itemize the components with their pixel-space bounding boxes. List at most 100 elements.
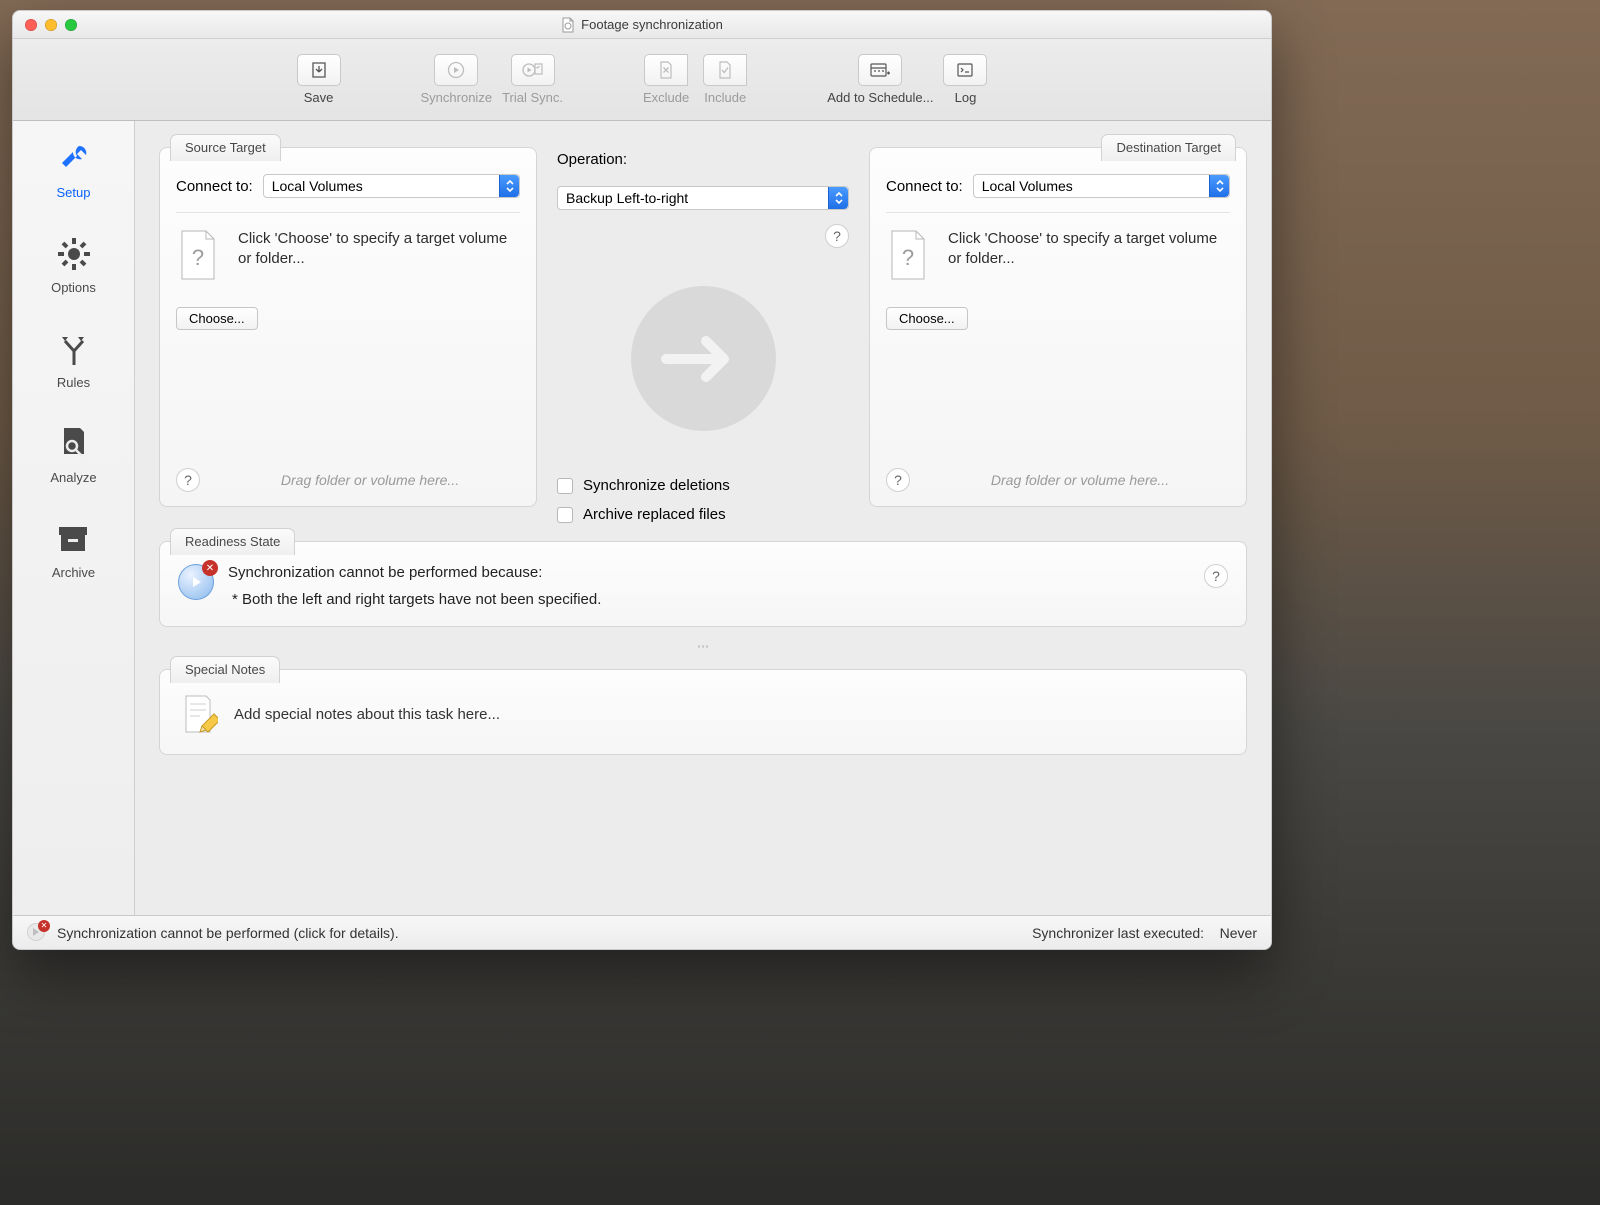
splitter-handle[interactable] bbox=[698, 645, 708, 651]
operation-column: Operation: Backup Left-to-right ? bbox=[557, 147, 849, 523]
special-notes-panel: Special Notes Add special notes about th… bbox=[159, 669, 1247, 755]
log-icon bbox=[943, 54, 987, 86]
chevron-updown-icon bbox=[1209, 175, 1229, 197]
sidebar-archive-label: Archive bbox=[52, 565, 95, 580]
operation-help-button[interactable]: ? bbox=[825, 224, 849, 248]
toolbar-exclude-include-group: Exclude Include bbox=[643, 54, 747, 105]
sidebar-setup-label: Setup bbox=[57, 185, 91, 200]
sidebar-item-options[interactable]: Options bbox=[51, 234, 96, 295]
toolbar-save-label: Save bbox=[304, 90, 334, 105]
statusbar: ✕ Synchronization cannot be performed (c… bbox=[13, 915, 1271, 949]
sync-deletions-checkbox[interactable]: Synchronize deletions bbox=[557, 477, 849, 494]
body: Setup Options Rules Analyze bbox=[13, 121, 1271, 915]
operation-value: Backup Left-to-right bbox=[566, 190, 688, 206]
include-icon bbox=[703, 54, 747, 86]
destination-target-group: Destination Target Connect to: Local Vol… bbox=[869, 147, 1247, 507]
sidebar-options-label: Options bbox=[51, 280, 96, 295]
checkbox-icon bbox=[557, 478, 573, 494]
app-window: Footage synchronization Save Synchronize… bbox=[12, 10, 1272, 950]
sidebar-item-archive[interactable]: Archive bbox=[52, 519, 95, 580]
readiness-bullet: * Both the left and right targets have n… bbox=[228, 591, 1190, 608]
chevron-updown-icon bbox=[499, 175, 519, 197]
source-drop-hint: Drag folder or volume here... bbox=[220, 472, 520, 488]
sidebar-analyze-label: Analyze bbox=[50, 470, 96, 485]
sidebar-item-rules[interactable]: Rules bbox=[54, 329, 94, 390]
note-pencil-icon bbox=[178, 692, 218, 736]
wrench-icon bbox=[54, 139, 94, 179]
status-right: Synchronizer last executed: Never bbox=[1032, 925, 1257, 941]
toolbar-include[interactable]: Include bbox=[703, 54, 747, 105]
window-title-text: Footage synchronization bbox=[581, 17, 723, 32]
targets-row: Source Target Connect to: Local Volumes bbox=[159, 147, 1247, 523]
special-notes-field[interactable]: Add special notes about this task here..… bbox=[234, 706, 500, 723]
status-last-executed-label: Synchronizer last executed: bbox=[1032, 925, 1204, 941]
window-title: Footage synchronization bbox=[13, 17, 1271, 33]
destination-prompt-text: Click 'Choose' to specify a target volum… bbox=[948, 229, 1230, 270]
source-connect-label: Connect to: bbox=[176, 178, 253, 195]
sync-deletions-label: Synchronize deletions bbox=[583, 477, 730, 494]
toolbar-exclude[interactable]: Exclude bbox=[643, 54, 689, 105]
sidebar-item-setup[interactable]: Setup bbox=[54, 139, 94, 200]
source-body[interactable]: ? Click 'Choose' to specify a target vol… bbox=[176, 212, 520, 492]
destination-body[interactable]: ? Click 'Choose' to specify a target vol… bbox=[886, 212, 1230, 492]
destination-connect-label: Connect to: bbox=[886, 178, 963, 195]
toolbar-exclude-label: Exclude bbox=[643, 90, 689, 105]
readiness-help-button[interactable]: ? bbox=[1204, 564, 1228, 588]
toolbar-add-to-schedule[interactable]: Add to Schedule... bbox=[827, 54, 933, 105]
toolbar-trial-sync[interactable]: Trial Sync. bbox=[502, 54, 563, 105]
chevron-updown-icon bbox=[828, 187, 848, 209]
toolbar-include-label: Include bbox=[704, 90, 746, 105]
source-connect-value: Local Volumes bbox=[272, 178, 363, 194]
svg-text:?: ? bbox=[902, 245, 914, 270]
checkbox-icon bbox=[557, 507, 573, 523]
status-message: Synchronization cannot be performed (cli… bbox=[57, 925, 399, 941]
schedule-icon bbox=[858, 54, 902, 86]
readiness-status-icon: ✕ bbox=[178, 564, 214, 600]
special-notes-title: Special Notes bbox=[170, 656, 280, 683]
toolbar-log-label: Log bbox=[955, 90, 977, 105]
sidebar-item-analyze[interactable]: Analyze bbox=[50, 424, 96, 485]
readiness-title: Readiness State bbox=[170, 528, 295, 555]
destination-connect-value: Local Volumes bbox=[982, 178, 1073, 194]
branch-icon bbox=[54, 329, 94, 369]
source-connect-row: Connect to: Local Volumes bbox=[176, 174, 520, 198]
toolbar-synchronize[interactable]: Synchronize bbox=[421, 54, 493, 105]
sidebar: Setup Options Rules Analyze bbox=[13, 121, 135, 915]
toolbar-log[interactable]: Log bbox=[943, 54, 987, 105]
archive-icon bbox=[53, 519, 93, 559]
gear-icon bbox=[54, 234, 94, 274]
exclude-icon bbox=[644, 54, 688, 86]
archive-replaced-checkbox[interactable]: Archive replaced files bbox=[557, 506, 849, 523]
toolbar-save[interactable]: Save bbox=[297, 54, 341, 105]
toolbar-schedule-label: Add to Schedule... bbox=[827, 90, 933, 105]
document-icon bbox=[561, 17, 575, 33]
play-checklist-icon bbox=[511, 54, 555, 86]
source-prompt-text: Click 'Choose' to specify a target volum… bbox=[238, 229, 520, 270]
content: Source Target Connect to: Local Volumes bbox=[135, 121, 1271, 915]
titlebar: Footage synchronization bbox=[13, 11, 1271, 39]
toolbar-trial-label: Trial Sync. bbox=[502, 90, 563, 105]
archive-replaced-label: Archive replaced files bbox=[583, 506, 726, 523]
source-connect-select[interactable]: Local Volumes bbox=[263, 174, 520, 198]
svg-text:?: ? bbox=[192, 245, 204, 270]
destination-help-button[interactable]: ? bbox=[886, 468, 910, 492]
source-help-button[interactable]: ? bbox=[176, 468, 200, 492]
analyze-icon bbox=[54, 424, 94, 464]
readiness-panel: Readiness State ✕ Synchronization cannot… bbox=[159, 541, 1247, 627]
destination-connect-select[interactable]: Local Volumes bbox=[973, 174, 1230, 198]
source-choose-button[interactable]: Choose... bbox=[176, 307, 258, 330]
play-icon bbox=[434, 54, 478, 86]
document-unknown-icon: ? bbox=[886, 229, 930, 281]
save-icon bbox=[297, 54, 341, 86]
direction-arrow-icon bbox=[631, 286, 776, 431]
operation-select[interactable]: Backup Left-to-right bbox=[557, 186, 849, 210]
source-target-title: Source Target bbox=[170, 134, 281, 161]
status-left[interactable]: ✕ Synchronization cannot be performed (c… bbox=[27, 923, 399, 943]
error-badge-icon: ✕ bbox=[202, 560, 218, 576]
destination-choose-button[interactable]: Choose... bbox=[886, 307, 968, 330]
document-unknown-icon: ? bbox=[176, 229, 220, 281]
status-last-executed-value: Never bbox=[1220, 925, 1257, 941]
toolbar: Save Synchronize Trial Sync. Exclude bbox=[13, 39, 1271, 121]
destination-connect-row: Connect to: Local Volumes bbox=[886, 174, 1230, 198]
status-error-icon: ✕ bbox=[27, 923, 47, 943]
